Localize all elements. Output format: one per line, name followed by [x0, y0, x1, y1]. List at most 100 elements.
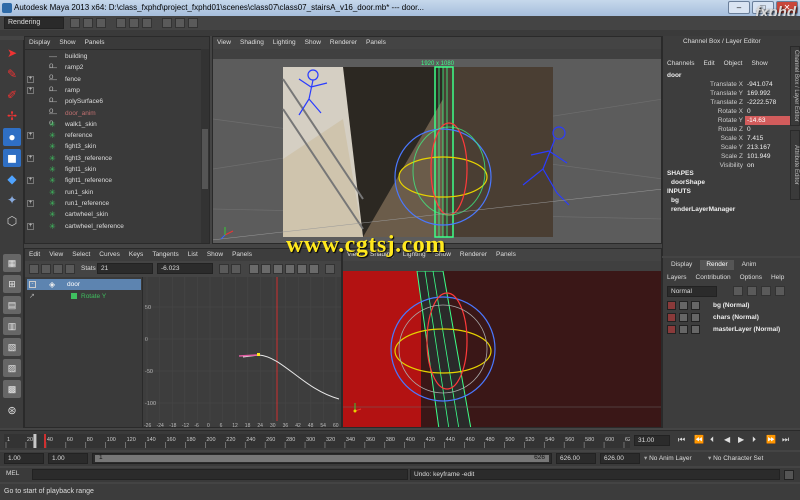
channel-name[interactable]: Rotate Z: [718, 125, 743, 134]
channel-row[interactable]: Scale X 7.415: [663, 134, 791, 143]
buffer-curve-icon[interactable]: [325, 264, 335, 274]
input-bg[interactable]: bg: [671, 197, 679, 204]
graph-menu-select[interactable]: Select: [72, 249, 90, 261]
shape-name[interactable]: doorShape: [671, 179, 705, 186]
outliner-item[interactable]: + ✳ reference: [27, 130, 202, 141]
layout-four-icon[interactable]: ⊞: [3, 275, 21, 293]
outliner-item[interactable]: —o door_anim: [27, 108, 202, 127]
layer-menu-options[interactable]: Options: [740, 272, 762, 284]
channel-value[interactable]: 0: [745, 125, 795, 134]
channel-name[interactable]: Scale X: [721, 134, 743, 143]
outliner-item[interactable]: + ✳ fight3_reference: [27, 153, 202, 164]
graph-curve-row[interactable]: ↗ Rotate Y: [27, 291, 141, 302]
channel-value[interactable]: 7.415: [745, 134, 795, 143]
plateau-tangent-icon[interactable]: [309, 264, 319, 274]
time-slider[interactable]: 1 20 40 60 80 100 120 140 160 180 200 220 240 260 280 3…: [0, 430, 800, 450]
persp-menu-panels[interactable]: Panels: [366, 37, 386, 49]
snap-point-icon[interactable]: [188, 18, 198, 28]
channel-row[interactable]: Rotate X0: [663, 107, 791, 116]
outliner-item[interactable]: ✳ walk1_skin: [27, 119, 202, 130]
expand-icon[interactable]: [27, 121, 34, 128]
character-set-dropdown[interactable]: ▾ No Character Set: [708, 454, 763, 462]
outliner-item[interactable]: ✳ run1_skin: [27, 187, 202, 198]
persp-menu-shading[interactable]: Shading: [240, 37, 264, 49]
step-back-key-button[interactable]: ⏴: [710, 433, 714, 447]
layer-create-selected-icon[interactable]: [775, 286, 785, 296]
channel-row[interactable]: Translate Y 169.992: [663, 89, 791, 98]
paint-select-icon[interactable]: ✐: [3, 86, 21, 104]
expand-icon[interactable]: [27, 143, 34, 150]
outliner-item[interactable]: + ✳ run1_reference: [27, 198, 202, 209]
channel-row[interactable]: Scale Y 213.167: [663, 143, 791, 152]
layout-hypershade-icon[interactable]: ▨: [3, 359, 21, 377]
current-frame-field[interactable]: 31.00: [634, 435, 670, 446]
layer-render-icon[interactable]: [747, 286, 757, 296]
lasso-tool-icon[interactable]: ✎: [3, 65, 21, 83]
tab-render[interactable]: Render: [700, 260, 734, 270]
flat-tangent-icon[interactable]: [285, 264, 295, 274]
layer-settings-icon[interactable]: [691, 325, 700, 334]
channel-row[interactable]: Visibility on: [663, 161, 791, 170]
graph-menu-panels[interactable]: Panels: [232, 249, 252, 261]
cam-menu-renderer[interactable]: Renderer: [460, 249, 487, 261]
current-time-indicator[interactable]: [33, 434, 37, 448]
step-forward-key-button[interactable]: ⏵: [752, 433, 756, 447]
scale-tool-icon[interactable]: ◼: [3, 149, 21, 167]
expand-icon[interactable]: +: [27, 222, 34, 230]
layer-pass-icon[interactable]: [679, 325, 688, 334]
graph-menu-show[interactable]: Show: [207, 249, 223, 261]
channel-value[interactable]: -14.63: [745, 116, 795, 125]
outliner-item[interactable]: —o ramp2: [27, 62, 202, 81]
layer-pass-icon[interactable]: [679, 301, 688, 310]
channel-value[interactable]: 213.167: [745, 143, 795, 152]
open-scene-icon[interactable]: [83, 18, 93, 28]
channel-name[interactable]: Rotate X: [718, 107, 743, 116]
layer-menu-help[interactable]: Help: [771, 272, 784, 284]
layout-custom-icon[interactable]: ▩: [3, 380, 21, 398]
select-component-icon[interactable]: [142, 18, 152, 28]
channel-row[interactable]: Rotate Z0: [663, 125, 791, 134]
channel-name[interactable]: Translate X: [710, 80, 743, 89]
expand-icon[interactable]: [27, 53, 34, 60]
keyframe-point[interactable]: [257, 353, 260, 356]
layer-menu-contribution[interactable]: Contribution: [696, 272, 731, 284]
layout-persp-graph-icon[interactable]: ▧: [3, 338, 21, 356]
select-hierarchy-icon[interactable]: [116, 18, 126, 28]
playback-start-field[interactable]: 1.00: [48, 453, 88, 464]
render-toggle-icon[interactable]: [667, 301, 676, 310]
outliner-menu-panels[interactable]: Panels: [85, 37, 105, 49]
hotbox-icon[interactable]: ⊛: [3, 402, 21, 420]
layer-menu-layers[interactable]: Layers: [667, 272, 687, 284]
soft-mod-icon[interactable]: ✦: [3, 191, 21, 209]
channel-name[interactable]: Visibility: [720, 161, 743, 170]
channel-row[interactable]: Translate Z -2222.578: [663, 98, 791, 107]
expand-icon[interactable]: +: [27, 75, 34, 83]
expand-icon[interactable]: +: [27, 177, 34, 185]
select-object-icon[interactable]: [129, 18, 139, 28]
outliner-menu-show[interactable]: Show: [59, 37, 75, 49]
channel-row[interactable]: Rotate Y -14.63: [663, 116, 795, 125]
step-back-button[interactable]: ⏪: [694, 433, 704, 447]
step-forward-button[interactable]: ⏩: [766, 433, 776, 447]
channel-name[interactable]: Translate Y: [710, 89, 743, 98]
graph-canvas[interactable]: 50 0 -50 -100 -26 -24 -18 -12 -6 0 6 12 18 24 30 36 42 48…: [143, 277, 342, 428]
persp-menu-renderer[interactable]: Renderer: [330, 37, 357, 49]
channel-value[interactable]: 101.949: [745, 152, 795, 161]
channel-value[interactable]: 0: [745, 107, 795, 116]
channel-name[interactable]: Scale Y: [721, 143, 743, 152]
outliner-scroll-thumb[interactable]: [202, 129, 208, 189]
expand-icon[interactable]: [27, 64, 34, 71]
show-manip-icon[interactable]: ⬡: [3, 212, 21, 230]
move-key-icon[interactable]: [29, 264, 39, 274]
rotate-y-curve[interactable]: [242, 354, 340, 400]
expand-icon[interactable]: [27, 211, 34, 218]
persp-menu-lighting[interactable]: Lighting: [273, 37, 296, 49]
save-scene-icon[interactable]: [96, 18, 106, 28]
layout-outliner-icon[interactable]: ▤: [3, 296, 21, 314]
range-slider-bar[interactable]: 1 626: [95, 454, 549, 462]
clamped-tangent-icon[interactable]: [261, 264, 271, 274]
outliner-menu-display[interactable]: Display: [29, 37, 50, 49]
channel-name[interactable]: Rotate Y: [718, 116, 743, 125]
expand-icon[interactable]: [27, 98, 34, 105]
tab-display[interactable]: Display: [665, 260, 699, 270]
